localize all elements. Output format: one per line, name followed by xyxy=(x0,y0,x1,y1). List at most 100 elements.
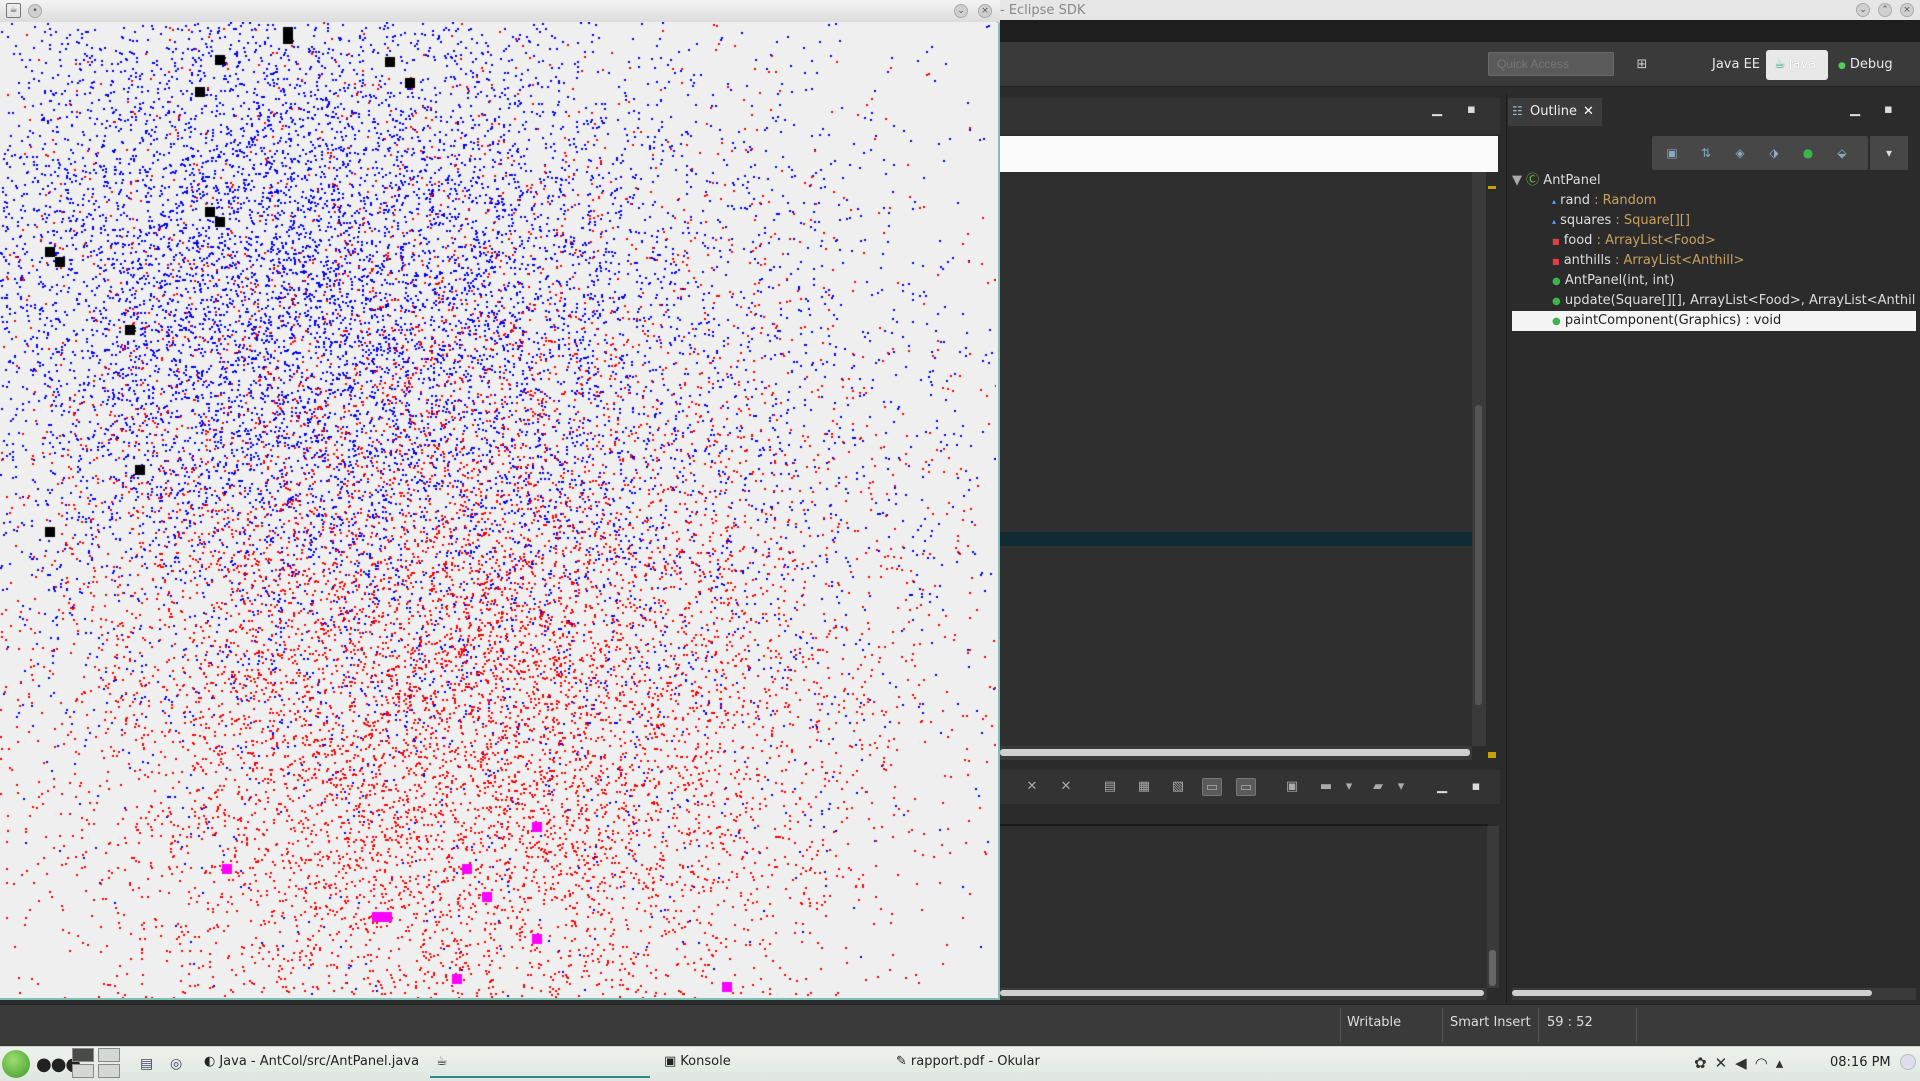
chevron-down-icon[interactable]: ▾ xyxy=(1396,778,1406,796)
editor-vertical-scroll-thumb[interactable] xyxy=(1475,405,1482,705)
desktop-pager-3[interactable] xyxy=(72,1064,94,1078)
show-console-on-stderr-icon[interactable]: ▭ xyxy=(1236,778,1256,796)
perspective-debug[interactable]: ● Debug xyxy=(1838,57,1893,72)
hide-static-icon[interactable]: ⬗ xyxy=(1764,144,1784,162)
system-tray[interactable]: ✿✕◀◠▴ xyxy=(1694,1054,1791,1072)
outline-member[interactable]: ■ food : ArrayList<Food> xyxy=(1512,231,1916,251)
tools-icon[interactable]: ✕ xyxy=(1715,1054,1736,1072)
ant-simulation-canvas[interactable] xyxy=(0,22,996,998)
perspective-java-ee[interactable]: Java EE xyxy=(1712,57,1760,72)
status-separator xyxy=(1636,1008,1637,1042)
console-output[interactable] xyxy=(1000,824,1488,990)
console-horizontal-scroll-thumb[interactable] xyxy=(1000,990,1484,996)
browser-icon[interactable]: ◎ xyxy=(170,1056,182,1072)
class-icon: Ⓒ xyxy=(1526,173,1540,188)
constructor-icon: ● xyxy=(1552,276,1561,287)
public-method-icon: ● xyxy=(1552,296,1561,307)
status-cursor-position: 59 : 52 xyxy=(1547,1015,1593,1030)
outline-minimize-icon[interactable]: ▁ xyxy=(1850,102,1860,117)
okular-icon: ✎ xyxy=(896,1054,907,1069)
debug-icon: ● xyxy=(1838,61,1846,71)
public-method-icon: ● xyxy=(1552,316,1561,327)
outline-tab-label: Outline xyxy=(1530,104,1578,119)
collapse-all-icon[interactable]: ▣ xyxy=(1662,144,1682,162)
expand-tray-icon[interactable]: ▴ xyxy=(1776,1054,1792,1072)
open-perspective-icon[interactable]: ⊞ xyxy=(1630,54,1654,76)
outline-maximize-icon[interactable]: ▪ xyxy=(1884,102,1893,117)
show-desktop-icon[interactable] xyxy=(1900,1054,1916,1070)
remove-all-launches-icon[interactable]: ✕ xyxy=(1056,778,1076,796)
eclipse-close-button[interactable]: × xyxy=(1900,3,1914,17)
pin-icon[interactable]: • xyxy=(28,4,42,18)
task-okular[interactable]: ✎ rapport.pdf - Okular xyxy=(896,1054,1040,1069)
word-wrap-icon[interactable]: ▧ xyxy=(1168,778,1188,796)
close-icon[interactable]: ✕ xyxy=(1583,104,1594,119)
task-ant-app[interactable]: ☕ xyxy=(436,1054,452,1069)
open-console-icon[interactable]: ▰ xyxy=(1368,778,1388,796)
status-separator xyxy=(1340,1008,1341,1042)
editor-breadcrumb xyxy=(1000,136,1498,172)
hide-non-public-icon[interactable]: ● xyxy=(1798,144,1818,162)
active-task-indicator xyxy=(430,1076,650,1078)
chevron-down-icon[interactable]: ▾ xyxy=(1344,778,1354,796)
status-insert-mode: Smart Insert xyxy=(1450,1015,1531,1030)
editor-maximize-icon[interactable]: ▪ xyxy=(1467,102,1476,117)
outline-member[interactable]: ● AntPanel(int, int) xyxy=(1512,271,1916,291)
scroll-lock-icon[interactable]: ▦ xyxy=(1134,778,1154,796)
status-writable: Writable xyxy=(1347,1015,1402,1030)
updates-icon[interactable]: ✿ xyxy=(1694,1054,1715,1072)
overview-ruler[interactable] xyxy=(1486,172,1498,762)
java-perspective-icon: ☕ xyxy=(1774,57,1786,72)
outline-member[interactable]: ● update(Square[][], ArrayList<Food>, Ar… xyxy=(1512,291,1916,311)
quick-access-input[interactable] xyxy=(1488,52,1614,76)
clear-console-icon[interactable]: ▤ xyxy=(1100,778,1120,796)
outline-member[interactable]: ■ anthills : ArrayList<Anthill> xyxy=(1512,251,1916,271)
volume-icon[interactable]: ◀ xyxy=(1735,1054,1755,1072)
file-manager-icon[interactable]: ▤ xyxy=(140,1056,153,1072)
console-vertical-scroll-thumb[interactable] xyxy=(1489,950,1496,986)
console-minimize-icon[interactable]: ▁ xyxy=(1432,778,1452,796)
desktop-pager-4[interactable] xyxy=(98,1064,120,1078)
outline-class-node[interactable]: ▼ Ⓒ AntPanel xyxy=(1512,171,1916,191)
hide-fields-icon[interactable]: ◈ xyxy=(1730,144,1750,162)
outline-member-selected[interactable]: ● paintComponent(Graphics) : void xyxy=(1512,311,1916,331)
console-maximize-icon[interactable]: ▪ xyxy=(1466,778,1486,796)
outline-member[interactable]: ▴ squares : Square[][] xyxy=(1512,211,1916,231)
warning-marker[interactable] xyxy=(1488,186,1496,189)
eclipse-title: - Eclipse SDK xyxy=(1000,3,1086,18)
warning-marker[interactable] xyxy=(1488,752,1496,758)
status-separator xyxy=(1538,1008,1539,1042)
eclipse-maximize-button[interactable]: ⌃ xyxy=(1878,3,1892,17)
minimize-icon[interactable]: ⌄ xyxy=(954,4,968,18)
outline-horizontal-scroll-thumb[interactable] xyxy=(1512,990,1872,996)
remove-launch-icon[interactable]: ✕ xyxy=(1022,778,1042,796)
desktop-pager-2[interactable] xyxy=(98,1048,120,1062)
pin-console-icon[interactable]: ▣ xyxy=(1282,778,1302,796)
perspective-java[interactable]: ☕ Java xyxy=(1766,50,1828,80)
terminal-icon: ▣ xyxy=(664,1054,677,1069)
editor-tabbar xyxy=(1000,98,1500,134)
desktop-pager-1[interactable] xyxy=(72,1048,94,1062)
task-konsole[interactable]: ▣ Konsole xyxy=(664,1054,731,1069)
sort-icon[interactable]: ⇅ xyxy=(1696,144,1716,162)
task-eclipse[interactable]: ◐ Java - AntCol/src/AntPanel.java xyxy=(204,1054,419,1069)
eclipse-minimize-button[interactable]: ⌄ xyxy=(1856,3,1870,17)
wifi-icon[interactable]: ◠ xyxy=(1755,1054,1776,1072)
eclipse-statusbar xyxy=(0,1004,1920,1047)
outline-member[interactable]: ▴ rand : Random xyxy=(1512,191,1916,211)
display-console-icon[interactable]: ▬ xyxy=(1316,778,1336,796)
hide-local-types-icon[interactable]: ⬙ xyxy=(1832,144,1852,162)
show-console-on-stdout-icon[interactable]: ▭ xyxy=(1202,778,1222,796)
ant-window-titlebar[interactable] xyxy=(0,0,1000,23)
public-field-icon: ▴ xyxy=(1552,217,1557,226)
app-icon[interactable]: ☕ xyxy=(6,3,21,18)
editor-horizontal-scroll-thumb[interactable] xyxy=(1000,749,1470,756)
code-editor[interactable] xyxy=(1000,172,1472,746)
application-launcher-icon[interactable] xyxy=(2,1050,30,1078)
current-line-highlight xyxy=(1000,532,1472,546)
clock[interactable]: 08:16 PM xyxy=(1830,1055,1891,1070)
editor-minimize-icon[interactable]: ▁ xyxy=(1432,102,1442,117)
close-icon[interactable]: × xyxy=(978,4,992,18)
expand-triangle-icon[interactable]: ▼ xyxy=(1512,173,1522,188)
view-menu-icon[interactable]: ▾ xyxy=(1879,144,1899,162)
